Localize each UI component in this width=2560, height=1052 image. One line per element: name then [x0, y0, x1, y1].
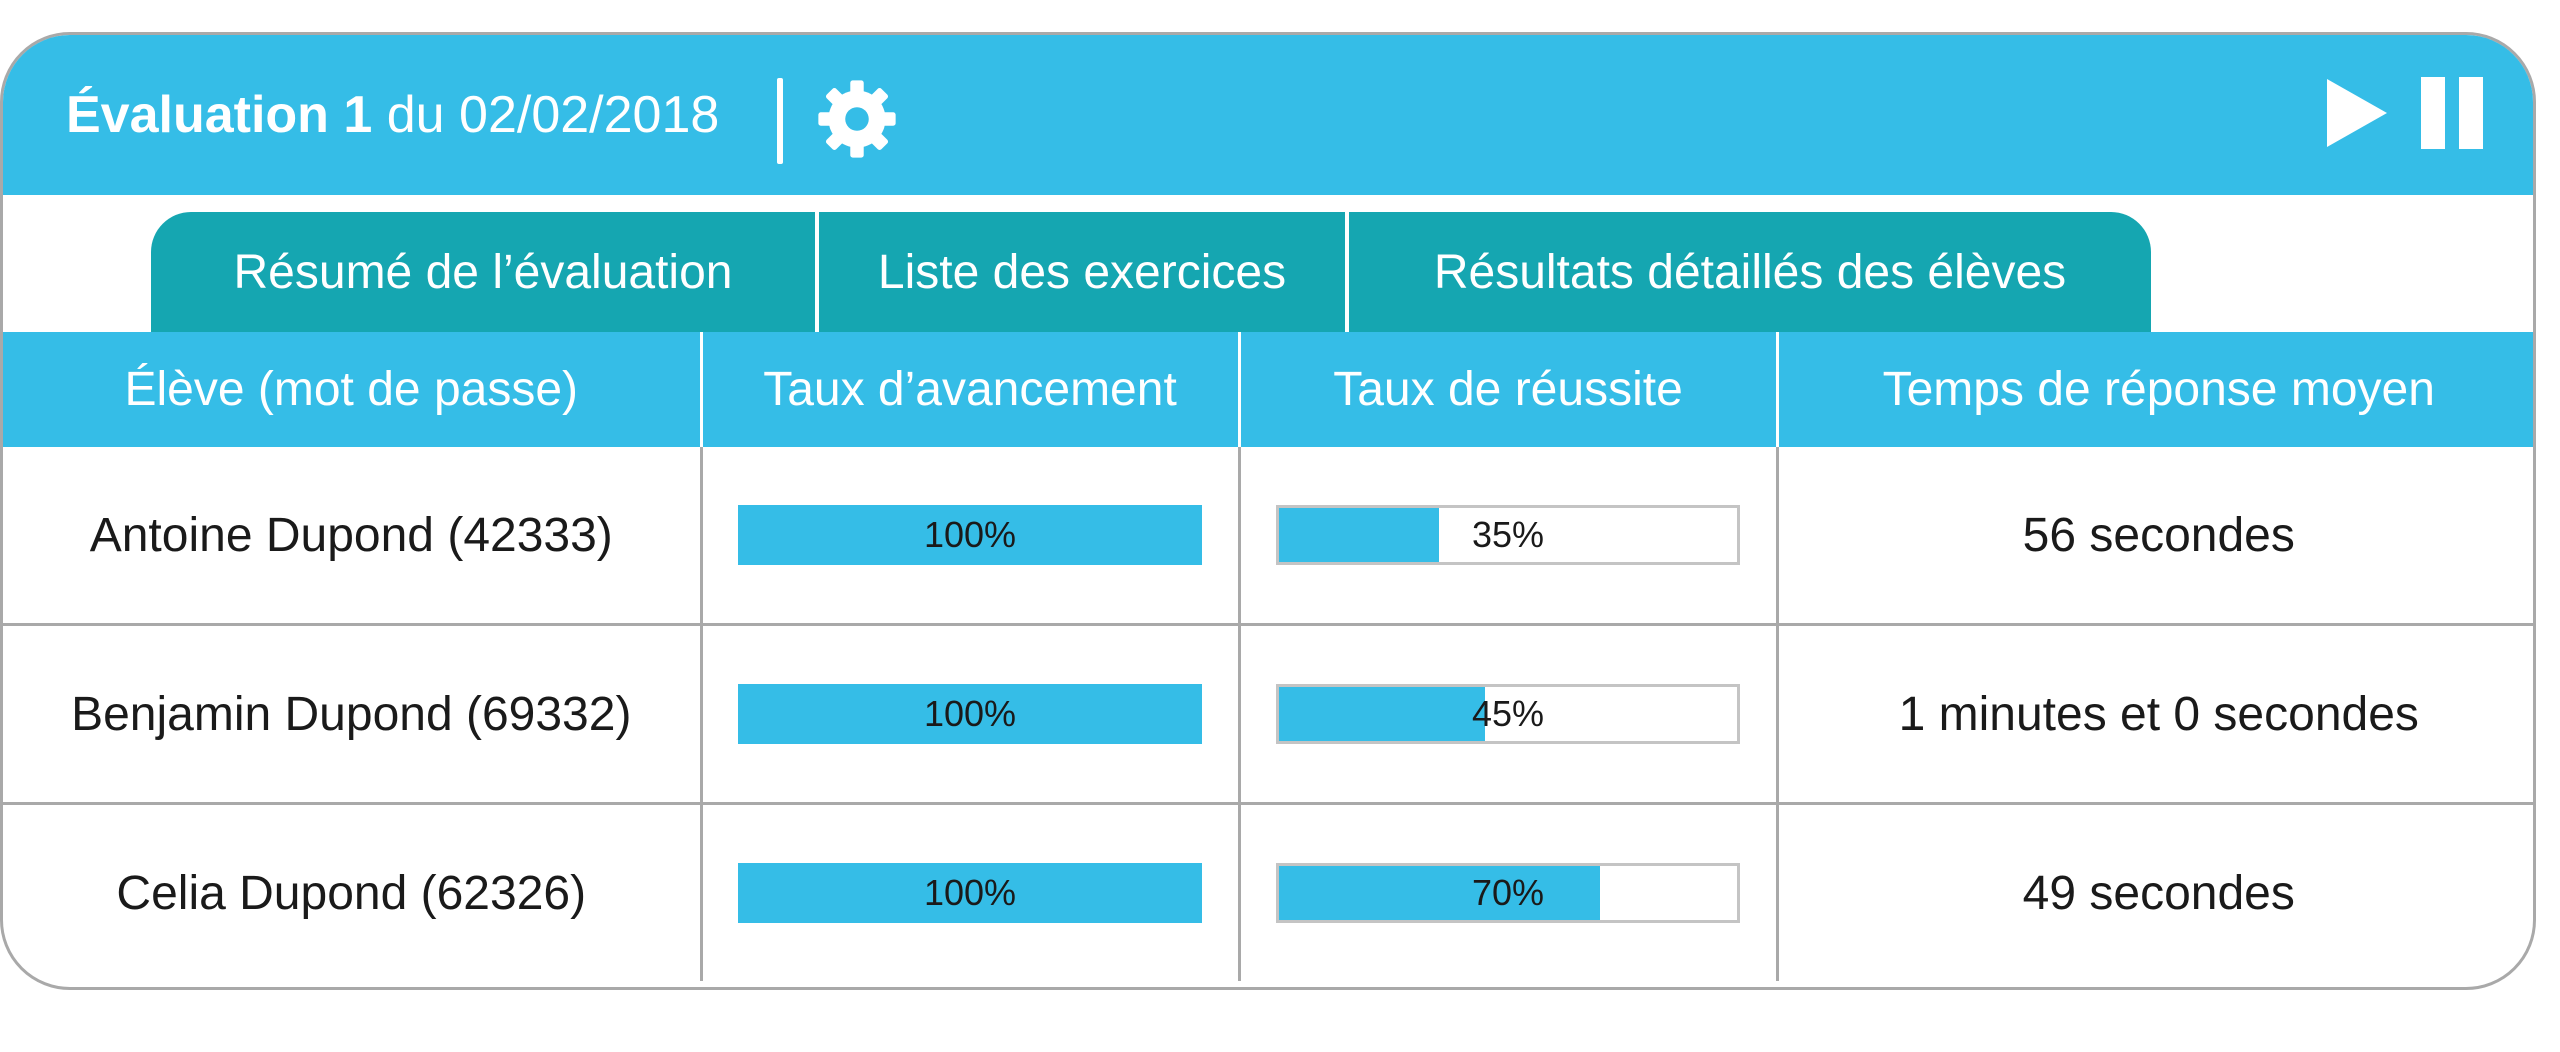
response-time: 1 minutes et 0 secondes	[1775, 623, 2533, 804]
success-bar: 35%	[1276, 505, 1740, 565]
column-header-progress: Taux d’avancement	[699, 332, 1239, 447]
tab-bar: Résumé de l’évaluation Liste des exercic…	[151, 212, 2151, 332]
success-value: 35%	[1471, 514, 1545, 555]
table-row[interactable]: Celia Dupond (62326) 100% 70% 49 secondes	[3, 802, 2533, 981]
column-header-student: Élève (mot de passe)	[3, 332, 701, 447]
evaluation-date: du 02/02/2018	[372, 86, 720, 144]
tab-summary[interactable]: Résumé de l’évaluation	[151, 212, 815, 332]
progress-cell: 100%	[699, 447, 1239, 625]
student-name: Antoine Dupond (42333)	[89, 508, 613, 562]
table-header-row: Élève (mot de passe) Taux d’avancement T…	[3, 332, 2533, 447]
pause-icon[interactable]	[2421, 77, 2483, 149]
evaluation-title: Évaluation 1 du 02/02/2018	[66, 89, 719, 141]
success-value: 45%	[1471, 693, 1545, 734]
play-icon[interactable]	[2325, 77, 2389, 149]
table-row[interactable]: Benjamin Dupond (69332) 100% 45% 1 minutes …	[3, 623, 2533, 804]
progress-value: 100%	[923, 872, 1017, 913]
gear-icon[interactable]	[815, 77, 899, 161]
progress-bar: 100%	[738, 863, 1202, 923]
results-table: Élève (mot de passe) Taux d’avancement T…	[3, 332, 2533, 981]
table-row[interactable]: Antoine Dupond (42333) 100% 35% 56 secondes	[3, 447, 2533, 625]
student-name: Benjamin Dupond (69332)	[3, 623, 701, 804]
progress-value: 100%	[923, 693, 1017, 734]
tab-exercise-list[interactable]: Liste des exercices	[815, 212, 1345, 332]
tab-detailed-results[interactable]: Résultats détaillés des élèves	[1345, 212, 2151, 332]
progress-value: 100%	[923, 514, 1017, 555]
success-cell: 70%	[1237, 802, 1777, 981]
success-value: 70%	[1471, 872, 1545, 913]
evaluation-window: Évaluation 1 du 02/02/2018 Résumé de l’é…	[0, 32, 2536, 990]
column-header-response-time: Temps de réponse moyen	[1775, 332, 2533, 447]
progress-bar: 100%	[738, 505, 1202, 565]
progress-bar: 100%	[738, 684, 1202, 744]
title-bar: Évaluation 1 du 02/02/2018	[3, 35, 2533, 195]
progress-cell: 100%	[699, 802, 1239, 981]
progress-cell: 100%	[699, 623, 1239, 804]
success-bar: 70%	[1276, 863, 1740, 923]
response-time: 56 secondes	[1775, 447, 2533, 625]
success-cell: 35%	[1237, 447, 1777, 625]
success-cell: 45%	[1237, 623, 1777, 804]
response-time: 49 secondes	[1775, 802, 2533, 981]
column-header-success: Taux de réussite	[1237, 332, 1777, 447]
evaluation-name: Évaluation 1	[66, 86, 373, 144]
student-name: Celia Dupond (62326)	[3, 802, 701, 981]
success-bar: 45%	[1276, 684, 1740, 744]
title-divider	[777, 78, 783, 164]
